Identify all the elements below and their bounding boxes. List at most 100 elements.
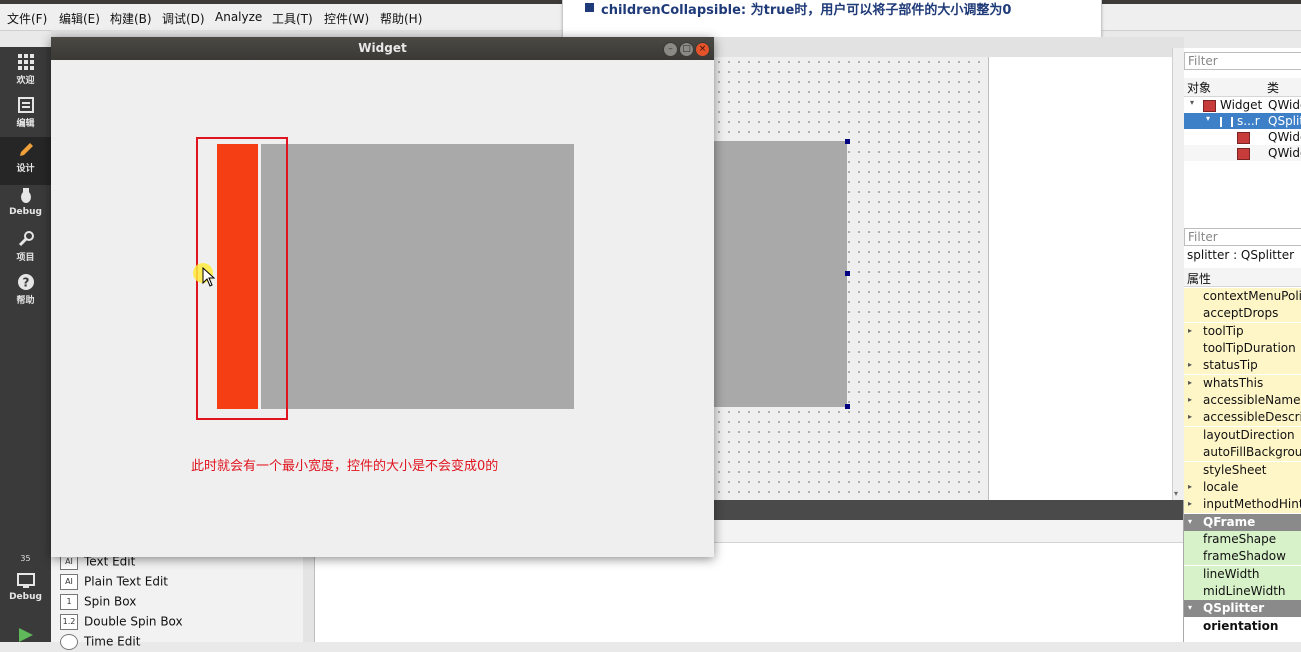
scroll-down-arrow-icon[interactable]: ▾ [1174, 489, 1178, 498]
col-object-header[interactable]: 对象 [1187, 79, 1211, 96]
tree-class-name: QWidg [1268, 146, 1301, 160]
collapse-arrow-icon[interactable]: ▾ [1188, 517, 1192, 526]
property-row[interactable]: layoutDirection [1184, 426, 1301, 444]
property-editor-header: 属性 [1184, 268, 1301, 287]
property-name: locale [1203, 479, 1239, 494]
expand-arrow-icon[interactable]: ▸ [1188, 412, 1192, 421]
property-row[interactable]: ▸ inputMethodHints [1184, 496, 1301, 514]
mode-welcome[interactable]: 欢迎 [0, 53, 51, 93]
tree-class-name: QWidg [1268, 130, 1301, 144]
property-row[interactable]: orientation [1184, 617, 1301, 635]
property-section-header[interactable]: ▾ QSplitter [1184, 600, 1301, 618]
widget-box-item[interactable]: 1 Spin Box [60, 594, 136, 612]
mouse-cursor-icon [202, 267, 216, 287]
tree-row[interactable]: QWidg [1184, 129, 1301, 145]
window-titlebar[interactable]: Widget – □ × [51, 37, 714, 60]
form-splitter-child-widget[interactable] [714, 141, 847, 407]
property-name: accessibleName [1203, 393, 1301, 408]
splitter-right-gray-widget[interactable] [261, 144, 574, 409]
close-icon[interactable]: × [695, 42, 710, 57]
property-row[interactable]: ▸ locale [1184, 478, 1301, 496]
widget-box-item[interactable]: Time Edit [60, 634, 140, 652]
property-name: toolTip [1203, 323, 1244, 338]
collapse-arrow-icon[interactable]: ▾ [1188, 603, 1192, 612]
widget-icon [1203, 99, 1216, 112]
property-name: orientation [1203, 618, 1279, 633]
property-row[interactable]: lineWidth [1184, 565, 1301, 583]
expand-arrow-icon[interactable]: ▸ [1188, 395, 1192, 404]
object-inspector-scrollbar[interactable]: ▾ [1172, 48, 1184, 500]
widget-box-item[interactable]: AI Plain Text Edit [60, 574, 168, 592]
property-filter-input[interactable]: Filter [1184, 228, 1301, 246]
spin-box-icon: 1 [60, 594, 78, 610]
property-row[interactable]: contextMenuPolicy [1184, 288, 1301, 305]
property-name: midLineWidth [1203, 583, 1286, 598]
menu-file[interactable]: 文件(F) [7, 10, 47, 27]
mode-help[interactable]: ? 帮助 [0, 273, 51, 313]
window-title: Widget [358, 41, 407, 55]
widget-box-item[interactable]: 1.2 Double Spin Box [60, 614, 183, 632]
expand-arrow-icon[interactable]: ▸ [1188, 499, 1192, 508]
property-row[interactable]: frameShadow [1184, 548, 1301, 566]
tree-row[interactable]: ▾ Widget QWidg [1184, 97, 1301, 113]
expand-arrow-icon[interactable]: ▸ [1188, 326, 1192, 335]
splitter-icon [1220, 116, 1233, 127]
mode-design[interactable]: 设计 [0, 137, 51, 185]
widget-box-item-label: Spin Box [84, 594, 137, 609]
mode-label: 项目 [16, 253, 35, 263]
wrench-icon [18, 231, 34, 247]
mode-edit[interactable]: 编辑 [0, 96, 51, 136]
mode-label: Debug [9, 592, 42, 602]
mode-run-target[interactable]: Debug [0, 572, 51, 612]
property-name: toolTipDuration [1203, 341, 1296, 356]
property-row[interactable]: ▸ whatsThis [1184, 374, 1301, 392]
widget-window[interactable]: Widget – □ × 此时就会有一个最小宽度，控件的大小是不会变成0的 [51, 37, 714, 557]
mode-projects[interactable]: 项目 [0, 230, 51, 270]
widget-box-scrollbar[interactable] [303, 548, 314, 642]
property-row[interactable]: acceptDrops [1184, 305, 1301, 323]
col-class-header[interactable]: 类 [1267, 79, 1279, 96]
property-row[interactable]: autoFillBackground [1184, 444, 1301, 462]
menu-build[interactable]: 构建(B) [110, 10, 152, 27]
property-row[interactable]: ▸ accessibleDescription [1184, 409, 1301, 427]
col-property-header[interactable]: 属性 [1187, 270, 1211, 287]
property-row[interactable]: midLineWidth [1184, 582, 1301, 600]
tree-row[interactable]: QWidg [1184, 145, 1301, 161]
menu-tools[interactable]: 工具(T) [272, 10, 313, 27]
collapse-arrow-icon[interactable]: ▾ [1190, 98, 1194, 107]
property-row[interactable]: ▸ statusTip [1184, 357, 1301, 375]
resize-handle-bottom-right[interactable] [845, 404, 850, 409]
svg-text:?: ? [22, 276, 29, 290]
edit-doc-icon [17, 97, 34, 113]
expand-arrow-icon[interactable]: ▸ [1188, 482, 1192, 491]
run-play-icon[interactable] [17, 628, 35, 642]
collapse-arrow-icon[interactable]: ▾ [1206, 114, 1210, 123]
menu-edit[interactable]: 编辑(E) [59, 10, 100, 27]
menu-debug[interactable]: 调试(D) [162, 10, 205, 27]
property-row[interactable]: frameShape [1184, 530, 1301, 548]
menu-help[interactable]: 帮助(H) [380, 10, 422, 27]
expand-arrow-icon[interactable]: ▸ [1188, 360, 1192, 369]
property-name: frameShape [1203, 531, 1277, 546]
property-row[interactable]: ▸ toolTip [1184, 322, 1301, 340]
expand-arrow-icon[interactable]: ▸ [1188, 378, 1192, 387]
resize-handle-top-right[interactable] [845, 139, 850, 144]
object-filter-input[interactable]: Filter [1184, 52, 1301, 70]
property-row[interactable]: toolTipDuration [1184, 340, 1301, 358]
property-row[interactable]: styleSheet [1184, 461, 1301, 479]
mode-sidebar: 欢迎 编辑 设计 Debug 项目 ? 帮助 [0, 47, 51, 642]
resize-handle-right[interactable] [845, 271, 850, 276]
property-row[interactable]: ▸ accessibleName [1184, 392, 1301, 410]
menu-controls[interactable]: 控件(W) [324, 10, 369, 27]
mode-debug[interactable]: Debug [0, 187, 51, 227]
tree-row-selected[interactable]: ▾ s...r QSplit [1184, 113, 1301, 129]
property-name: QSplitter [1203, 601, 1265, 616]
property-name: lineWidth [1203, 566, 1260, 581]
double-spin-box-icon: 1.2 [60, 614, 78, 630]
property-section-header[interactable]: ▾ QFrame [1184, 513, 1301, 531]
pencil-icon [19, 143, 33, 156]
minimize-icon[interactable]: – [663, 42, 678, 57]
widget-icon [1237, 131, 1250, 144]
maximize-icon[interactable]: □ [679, 42, 694, 57]
menu-analyze[interactable]: Analyze [215, 10, 262, 24]
